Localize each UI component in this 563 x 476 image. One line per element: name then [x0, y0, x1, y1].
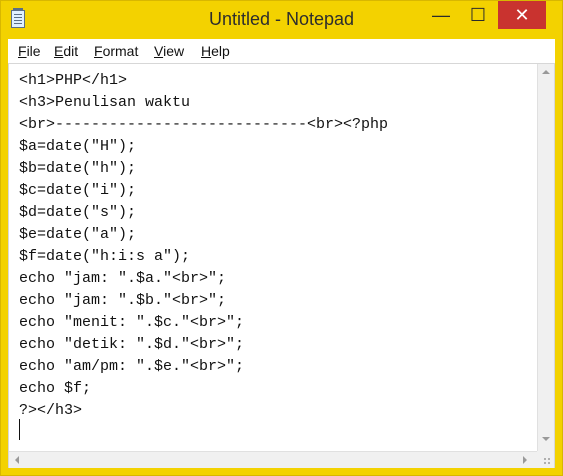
menu-file-mnemonic: F — [18, 43, 27, 59]
arrow-down-icon[interactable] — [542, 437, 550, 441]
text-editor[interactable]: <h1>PHP</h1> <h3>Penulisan waktu <br>---… — [8, 63, 555, 468]
editor-text[interactable]: <h1>PHP</h1> <h3>Penulisan waktu <br>---… — [19, 70, 534, 448]
menu-view-mnemonic: V — [154, 43, 164, 59]
menu-file-label: ile — [26, 43, 41, 59]
vertical-scrollbar[interactable] — [537, 64, 554, 451]
menu-edit-mnemonic: E — [54, 43, 64, 59]
menu-help-mnemonic: H — [201, 43, 212, 59]
menu-view[interactable]: View — [154, 43, 184, 59]
minimize-button[interactable]: — — [428, 1, 454, 29]
scrollbar-corner — [537, 451, 554, 468]
menu-file[interactable]: File — [18, 43, 41, 59]
menu-format[interactable]: Format — [94, 43, 138, 59]
menu-help-label: elp — [211, 43, 230, 59]
menu-format-mnemonic: F — [94, 43, 103, 59]
size-grip-icon[interactable] — [543, 457, 551, 465]
menu-edit-label: dit — [63, 43, 79, 59]
menu-bar: File Edit Format View Help — [8, 39, 555, 63]
text-caret — [19, 419, 20, 440]
title-bar[interactable]: Untitled - Notepad — ☐ ✕ — [1, 1, 562, 39]
menu-view-label: iew — [163, 43, 185, 59]
arrow-right-icon[interactable] — [523, 456, 527, 464]
arrow-up-icon[interactable] — [542, 70, 550, 74]
menu-help[interactable]: Help — [201, 43, 230, 59]
notepad-window: Untitled - Notepad — ☐ ✕ File Edit Forma… — [0, 0, 563, 476]
maximize-button[interactable]: ☐ — [463, 1, 493, 29]
close-button[interactable]: ✕ — [498, 1, 546, 29]
menu-format-label: ormat — [102, 43, 139, 59]
arrow-left-icon[interactable] — [15, 456, 19, 464]
horizontal-scrollbar[interactable] — [9, 451, 537, 468]
menu-edit[interactable]: Edit — [54, 43, 78, 59]
